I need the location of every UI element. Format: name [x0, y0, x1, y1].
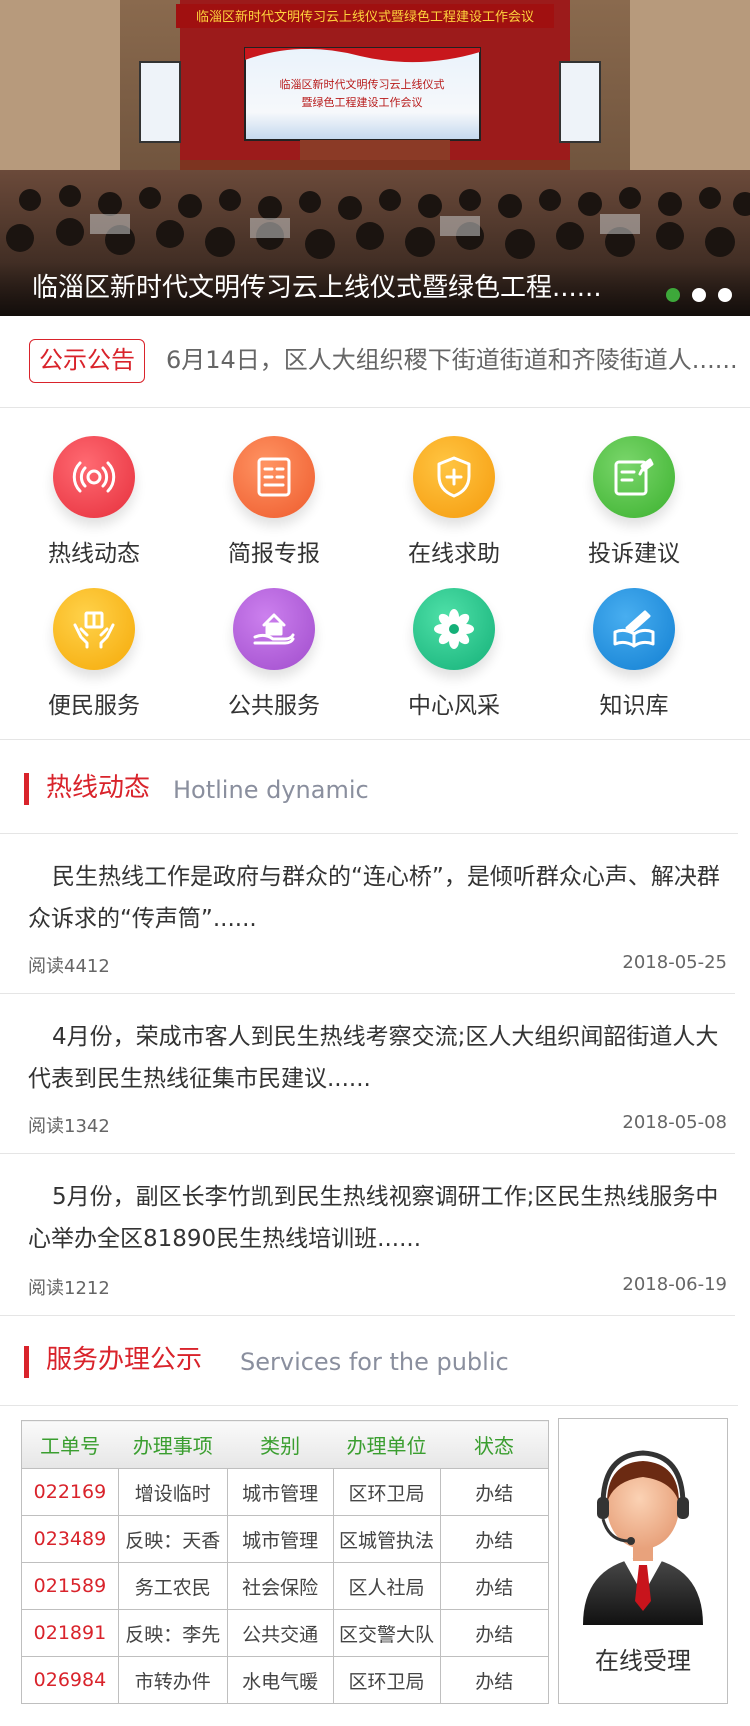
- section-marker: [24, 1346, 29, 1378]
- section-subtitle: Hotline dynamic: [173, 776, 369, 804]
- ticket-item: 反映：天香: [117, 1515, 228, 1563]
- online-service-label: 在线受理: [595, 1647, 691, 1675]
- service-briefing[interactable]: 简报专报: [184, 436, 364, 568]
- ticket-unit: 区环卫局: [332, 1468, 441, 1516]
- shield-plus-icon: [413, 436, 495, 518]
- ticket-category: 城市管理: [226, 1468, 334, 1516]
- gift-hands-icon: [53, 588, 135, 670]
- service-complaint[interactable]: 投诉建议: [544, 436, 724, 568]
- section-marker: [24, 773, 29, 805]
- column-header: 办理单位: [333, 1420, 440, 1469]
- table-row[interactable]: 022169 增设临时 城市管理 区环卫局 办结: [21, 1468, 549, 1516]
- carousel-dot-3[interactable]: [718, 288, 732, 302]
- news-date: 2018-05-08: [622, 1112, 727, 1133]
- service-label: 中心风采: [408, 693, 500, 719]
- table-row[interactable]: 023489 反映：天香 城市管理 区城管执法 办结: [21, 1515, 549, 1563]
- hotline-section-header[interactable]: 热线动态 Hotline dynamic: [0, 748, 738, 834]
- ticket-number: 026984: [21, 1656, 119, 1704]
- service-grid: 热线动态 简报专报 在线求助 投诉建议 便民服务 公共服务 中心风采 知识库: [0, 408, 750, 740]
- banner-carousel[interactable]: 临淄区新时代文明传习云上线仪式暨绿色工程建设工作会议 临淄区新时代文明传习云上线…: [0, 0, 750, 316]
- column-header: 工单号: [21, 1420, 119, 1469]
- ticket-category: 社会保险: [226, 1562, 334, 1610]
- news-date: 2018-06-19: [622, 1274, 727, 1295]
- ticket-category: 城市管理: [226, 1515, 334, 1563]
- service-label: 简报专报: [228, 541, 320, 567]
- ticket-number: 021891: [21, 1609, 119, 1657]
- ticket-unit: 区人社局: [332, 1562, 441, 1610]
- service-public[interactable]: 公共服务: [184, 588, 364, 720]
- ticket-status: 办结: [439, 1562, 549, 1610]
- notice-bar[interactable]: 公示公告 6月14日，区人大组织稷下街道街道和齐陵街道人......: [0, 316, 750, 408]
- ticket-number: 021589: [21, 1562, 119, 1610]
- service-label: 热线动态: [48, 541, 140, 567]
- section-title: 服务办理公示: [46, 1345, 203, 1375]
- service-label: 在线求助: [408, 541, 500, 567]
- news-read-count: 阅读1342: [28, 1116, 110, 1137]
- ticket-status: 办结: [439, 1515, 549, 1563]
- screen-text-line2: 暨绿色工程建设工作会议: [302, 95, 423, 109]
- news-item[interactable]: 4月份，荣成市客人到民生热线考察交流;区人大组织闻韶街道人大代表到民生热线征集市…: [0, 994, 735, 1154]
- service-label: 公共服务: [228, 693, 320, 719]
- ticket-unit: 区交警大队: [332, 1609, 441, 1657]
- ticket-item: 市转办件: [117, 1656, 228, 1704]
- ticket-unit: 区环卫局: [332, 1656, 441, 1704]
- book-pen-icon: [593, 588, 675, 670]
- news-item[interactable]: 民生热线工作是政府与群众的“连心桥”，是倾听群众心声、解决群众诉求的“传声筒”.…: [0, 834, 735, 994]
- ticket-item: 增设临时: [117, 1468, 228, 1516]
- notice-badge: 公示公告: [29, 339, 145, 383]
- column-header: 状态: [440, 1420, 549, 1469]
- carousel-indicators: [666, 288, 732, 302]
- service-label: 便民服务: [48, 693, 140, 719]
- news-text: 民生热线工作是政府与群众的“连心桥”，是倾听群众心声、解决群众诉求的“传声筒”.…: [28, 864, 720, 932]
- document-icon: [233, 436, 315, 518]
- broadcast-icon: [53, 436, 135, 518]
- customer-service-agent-icon: [583, 1450, 703, 1625]
- service-online-help[interactable]: 在线求助: [364, 436, 544, 568]
- section-title: 热线动态: [46, 773, 151, 803]
- ticket-status: 办结: [439, 1468, 549, 1516]
- service-showcase[interactable]: 中心风采: [364, 588, 544, 720]
- table-row[interactable]: 021589 务工农民 社会保险 区人社局 办结: [21, 1562, 549, 1610]
- news-text: 4月份，荣成市客人到民生热线考察交流;区人大组织闻韶街道人大代表到民生热线征集市…: [28, 1024, 719, 1092]
- service-label: 投诉建议: [588, 541, 680, 567]
- news-date: 2018-05-25: [622, 952, 727, 973]
- ticket-status: 办结: [439, 1656, 549, 1704]
- house-hand-icon: [233, 588, 315, 670]
- service-hotline[interactable]: 热线动态: [4, 436, 184, 568]
- ticket-unit: 区城管执法: [332, 1515, 441, 1563]
- flower-icon: [413, 588, 495, 670]
- news-item[interactable]: 5月份，副区长李竹凯到民生热线视察调研工作;区民生热线服务中心举办全区81890…: [0, 1154, 735, 1316]
- carousel-dot-1[interactable]: [666, 288, 680, 302]
- column-header: 类别: [227, 1420, 334, 1469]
- table-row[interactable]: 026984 市转办件 水电气暖 区环卫局 办结: [21, 1656, 549, 1704]
- ticket-number: 022169: [21, 1468, 119, 1516]
- news-read-count: 阅读1212: [28, 1278, 110, 1299]
- ticket-category: 水电气暖: [226, 1656, 334, 1704]
- online-service-button[interactable]: 在线受理: [558, 1418, 728, 1704]
- service-knowledge[interactable]: 知识库: [544, 588, 724, 720]
- table-header-row: 工单号 办理事项 类别 办理单位 状态: [21, 1420, 549, 1469]
- screen-text-line1: 临淄区新时代文明传习云上线仪式: [280, 77, 445, 91]
- carousel-dot-2[interactable]: [692, 288, 706, 302]
- section-subtitle: Services for the public: [240, 1348, 509, 1376]
- banner-caption[interactable]: 临淄区新时代文明传习云上线仪式暨绿色工程......: [32, 267, 602, 304]
- service-convenience[interactable]: 便民服务: [4, 588, 184, 720]
- news-read-count: 阅读4412: [28, 956, 110, 977]
- ticket-status: 办结: [439, 1609, 549, 1657]
- table-row[interactable]: 021891 反映：李先 公共交通 区交警大队 办结: [21, 1609, 549, 1657]
- column-header: 办理事项: [118, 1420, 228, 1469]
- ticket-item: 反映：李先: [117, 1609, 228, 1657]
- ticket-number: 023489: [21, 1515, 119, 1563]
- services-table: 工单号 办理事项 类别 办理单位 状态 022169 增设临时 城市管理 区环卫…: [21, 1420, 549, 1704]
- news-text: 5月份，副区长李竹凯到民生热线视察调研工作;区民生热线服务中心举办全区81890…: [28, 1184, 719, 1252]
- edit-note-icon: [593, 436, 675, 518]
- ticket-item: 务工农民: [117, 1562, 228, 1610]
- services-section-header[interactable]: 服务办理公示 Services for the public: [0, 1318, 738, 1406]
- notice-text[interactable]: 6月14日，区人大组织稷下街道街道和齐陵街道人......: [166, 338, 738, 382]
- ticket-category: 公共交通: [226, 1609, 334, 1657]
- service-label: 知识库: [599, 693, 669, 719]
- stage-banner-text: 临淄区新时代文明传习云上线仪式暨绿色工程建设工作会议: [196, 9, 534, 25]
